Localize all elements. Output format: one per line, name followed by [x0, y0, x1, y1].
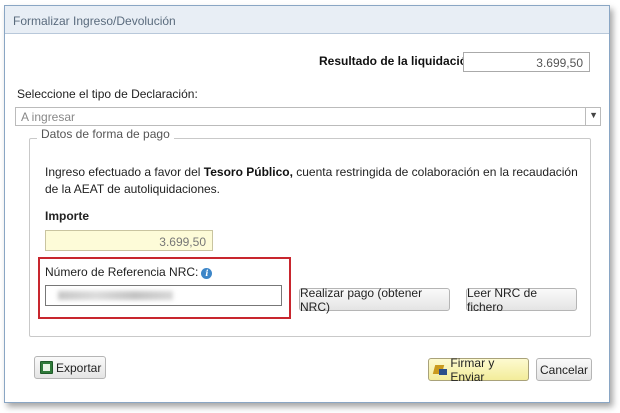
firmar-label: Firmar y Enviar [450, 355, 495, 384]
exportar-button[interactable]: Exportar [34, 356, 106, 379]
info-icon[interactable]: i [201, 268, 213, 279]
resultado-label: Resultado de la liquidación [319, 54, 475, 68]
leer-nrc-label: Leer NRC de fichero [467, 285, 538, 314]
firmar-enviar-button[interactable]: Firmar y Enviar [428, 355, 529, 384]
nrc-label-wrap: Número de Referencia NRC: i [45, 265, 213, 279]
nrc-input[interactable] [45, 285, 282, 306]
forma-pago-legend: Datos de forma de pago [37, 127, 174, 141]
pago-info-text: Ingreso efectuado a favor del Tesoro Púb… [45, 164, 585, 198]
importe-label: Importe [45, 209, 90, 223]
dialog-title: Formalizar Ingreso/Devolución [13, 14, 176, 28]
nrc-redacted-value [58, 291, 173, 300]
formalizar-dialog: Formalizar Ingreso/Devolución Resultado … [4, 5, 610, 403]
sign-icon [434, 364, 448, 376]
cancelar-button[interactable]: Cancelar [536, 358, 592, 381]
declaracion-label: Seleccione el tipo de Declaración: [17, 87, 198, 101]
cancelar-label: Cancelar [539, 362, 589, 377]
nrc-label: Número de Referencia NRC: [45, 265, 199, 279]
info-bold: Tesoro Público, [203, 165, 293, 179]
chevron-down-icon[interactable]: ▼ [589, 110, 598, 120]
select-divider [585, 108, 586, 125]
realizar-pago-label: Realizar pago (obtener NRC) [300, 285, 423, 314]
dialog-titlebar: Formalizar Ingreso/Devolución [5, 6, 609, 34]
export-icon [40, 361, 53, 374]
info-prefix: Ingreso efectuado a favor del [45, 165, 201, 179]
leer-nrc-button[interactable]: Leer NRC de fichero [466, 285, 577, 314]
importe-field: 3.699,50 [45, 230, 213, 251]
declaracion-select[interactable]: A ingresar ▼ [15, 107, 601, 126]
resultado-field: 3.699,50 [463, 52, 590, 72]
exportar-label: Exportar [56, 360, 102, 375]
declaracion-selected-value: A ingresar [21, 110, 76, 124]
realizar-pago-button[interactable]: Realizar pago (obtener NRC) [299, 285, 450, 314]
